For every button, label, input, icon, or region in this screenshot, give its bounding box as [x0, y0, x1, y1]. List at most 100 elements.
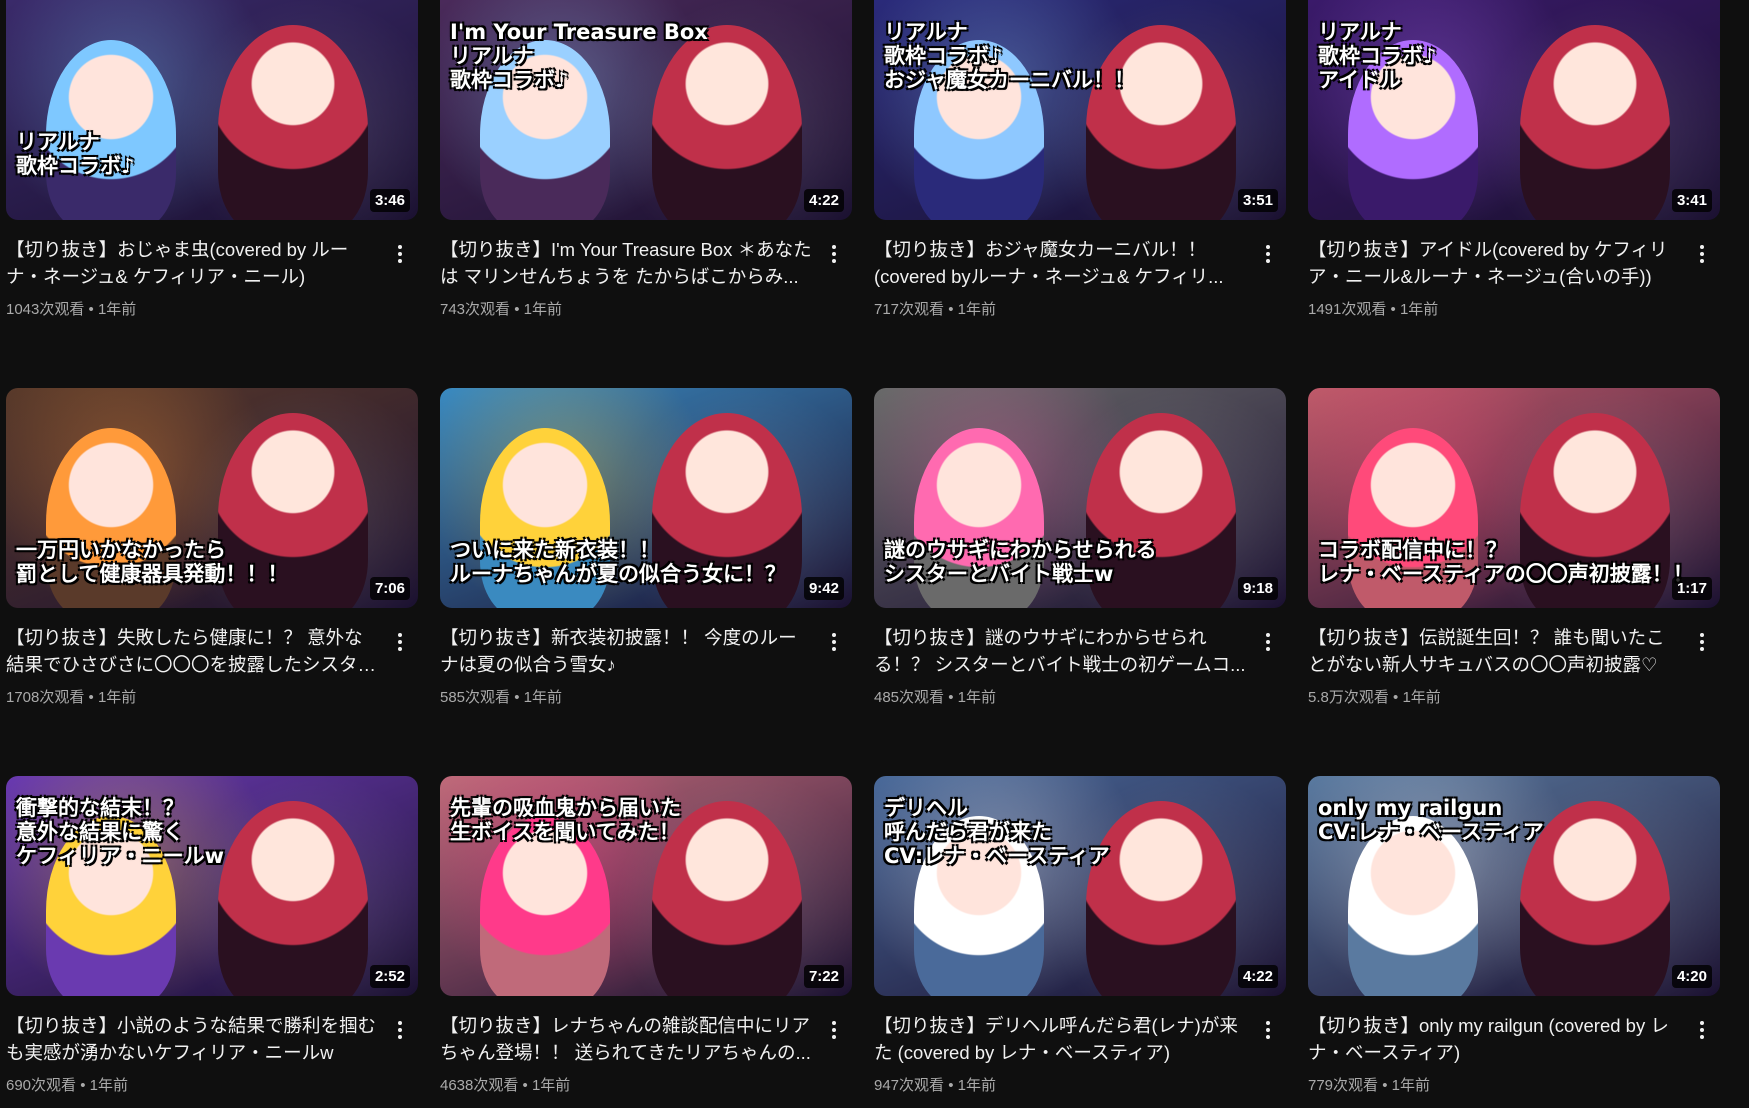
video-stats: 1043次观看 • 1年前	[6, 301, 137, 318]
video-thumbnail[interactable]: デリヘル 呼んだら君が来た CV:レナ・ベースティア 4:22	[874, 776, 1286, 996]
thumbnail-caption: コラボ配信中に！？ レナ・ベースティアの〇〇声初披露！！	[1318, 538, 1694, 587]
video-title[interactable]: 【切り抜き】I'm Your Treasure Box ＊あなたは マリンせんち…	[440, 236, 812, 290]
video-thumbnail[interactable]: コラボ配信中に！？ レナ・ベースティアの〇〇声初披露！！ 1:17	[1308, 388, 1720, 608]
video-title[interactable]: 【切り抜き】デリヘル呼んだら君(レナ)が来た (covered by レナ・ベー…	[874, 1012, 1246, 1066]
video-thumbnail[interactable]: リアルナ 歌枠コラボ♪ おジャ魔女カーニバル！！ 3:51	[874, 0, 1286, 220]
video-title[interactable]: 【切り抜き】おじゃま虫(covered by ルーナ・ネージュ& ケフィリア・ニ…	[6, 236, 378, 290]
video-meta: 【切り抜き】おじゃま虫(covered by ルーナ・ネージュ& ケフィリア・ニ…	[6, 220, 418, 319]
video-title[interactable]: 【切り抜き】謎のウサギにわからせられる！？ シスターとバイト戦士の初ゲームコ..…	[874, 624, 1246, 678]
duration-badge: 7:06	[369, 577, 410, 600]
video-title[interactable]: 【切り抜き】伝説誕生回！？ 誰も聞いたことがない新人サキュバスの〇〇声初披露♡	[1308, 624, 1680, 678]
video-thumbnail[interactable]: I'm Your Treasure Box リアルナ 歌枠コラボ♪ 4:22	[440, 0, 852, 220]
video-stats: 1708次观看 • 1年前	[6, 689, 137, 706]
video-card[interactable]: デリヘル 呼んだら君が来た CV:レナ・ベースティア 4:22 【切り抜き】デリ…	[874, 776, 1286, 1108]
more-actions-icon[interactable]	[1690, 630, 1714, 654]
more-actions-icon[interactable]	[822, 630, 846, 654]
more-actions-icon[interactable]	[388, 1018, 412, 1042]
thumbnail-caption: 先輩の吸血鬼から届いた 生ボイスを聞いてみた！	[450, 796, 681, 845]
video-thumbnail[interactable]: 一万円いかなかったら 罰として健康器具発動！！！ 7:06	[6, 388, 418, 608]
thumbnail-caption: デリヘル 呼んだら君が来た CV:レナ・ベースティア	[884, 796, 1110, 869]
duration-badge: 3:51	[1237, 189, 1278, 212]
duration-badge: 9:18	[1237, 577, 1278, 600]
video-meta: 【切り抜き】伝説誕生回！？ 誰も聞いたことがない新人サキュバスの〇〇声初披露♡ …	[1308, 608, 1720, 707]
video-card[interactable]: リアルナ 歌枠コラボ♪ アイドル 3:41 【切り抜き】アイドル(covered…	[1308, 0, 1720, 388]
more-actions-icon[interactable]	[388, 630, 412, 654]
duration-badge: 7:22	[803, 965, 844, 988]
video-card[interactable]: 衝撃的な結末！？ 意外な結果に驚く ケフィリア・ニールw 2:52 【切り抜き】…	[6, 776, 418, 1108]
video-stats: 485次观看 • 1年前	[874, 689, 996, 706]
thumbnail-caption: リアルナ 歌枠コラボ♪ アイドル	[1318, 20, 1437, 93]
video-meta: 【切り抜き】小説のような結果で勝利を掴むも実感が湧かないケフィリア・ニールw 6…	[6, 996, 418, 1095]
video-meta: 【切り抜き】失敗したら健康に！？ 意外な結果でひさびさに〇〇〇を披露したシスター…	[6, 608, 418, 707]
thumbnail-caption: 謎のウサギにわからせられる シスターとバイト戦士w	[884, 538, 1157, 587]
more-actions-icon[interactable]	[1690, 1018, 1714, 1042]
video-card[interactable]: コラボ配信中に！？ レナ・ベースティアの〇〇声初披露！！ 1:17 【切り抜き】…	[1308, 388, 1720, 776]
thumbnail-caption: only my railgun CV:レナ・ベースティア	[1318, 796, 1544, 845]
video-stats: 717次观看 • 1年前	[874, 301, 996, 318]
video-thumbnail[interactable]: リアルナ 歌枠コラボ♪ アイドル 3:41	[1308, 0, 1720, 220]
video-stats: 779次观看 • 1年前	[1308, 1077, 1430, 1094]
video-card[interactable]: only my railgun CV:レナ・ベースティア 4:20 【切り抜き】…	[1308, 776, 1720, 1108]
video-stats: 690次观看 • 1年前	[6, 1077, 128, 1094]
duration-badge: 1:17	[1671, 577, 1712, 600]
thumbnail-caption: ついに来た新衣装！！ ルーナちゃんが夏の似合う女に！？	[450, 538, 786, 587]
video-meta: 【切り抜き】新衣装初披露！！ 今度のルーナは夏の似合う雪女♪ 585次观看 • …	[440, 608, 852, 707]
video-meta: 【切り抜き】アイドル(covered by ケフィリア・ニール&ルーナ・ネージュ…	[1308, 220, 1720, 319]
video-thumbnail[interactable]: 謎のウサギにわからせられる シスターとバイト戦士w 9:18	[874, 388, 1286, 608]
more-actions-icon[interactable]	[1256, 1018, 1280, 1042]
character-illustration	[218, 801, 368, 996]
thumbnail-caption: I'm Your Treasure Box リアルナ 歌枠コラボ♪	[450, 20, 708, 93]
video-card[interactable]: ついに来た新衣装！！ ルーナちゃんが夏の似合う女に！？ 9:42 【切り抜き】新…	[440, 388, 852, 776]
video-thumbnail[interactable]: リアルナ 歌枠コラボ♪ 3:46	[6, 0, 418, 220]
more-actions-icon[interactable]	[1690, 242, 1714, 266]
video-stats: 1491次观看 • 1年前	[1308, 301, 1439, 318]
video-meta: 【切り抜き】おジャ魔女カーニバル！！(covered byルーナ・ネージュ& ケ…	[874, 220, 1286, 319]
more-actions-icon[interactable]	[822, 1018, 846, 1042]
thumbnail-caption: リアルナ 歌枠コラボ♪ おジャ魔女カーニバル！！	[884, 20, 1135, 93]
video-title[interactable]: 【切り抜き】レナちゃんの雑談配信中にリアちゃん登場！！ 送られてきたリアちゃんの…	[440, 1012, 812, 1066]
duration-badge: 4:22	[1237, 965, 1278, 988]
video-title[interactable]: 【切り抜き】小説のような結果で勝利を掴むも実感が湧かないケフィリア・ニールw	[6, 1012, 378, 1066]
video-stats: 585次观看 • 1年前	[440, 689, 562, 706]
thumbnail-caption: 衝撃的な結末！？ 意外な結果に驚く ケフィリア・ニールw	[16, 796, 224, 869]
more-actions-icon[interactable]	[1256, 242, 1280, 266]
video-card[interactable]: リアルナ 歌枠コラボ♪ おジャ魔女カーニバル！！ 3:51 【切り抜き】おジャ魔…	[874, 0, 1286, 388]
video-grid: リアルナ 歌枠コラボ♪ 3:46 【切り抜き】おじゃま虫(covered by …	[6, 0, 1720, 1108]
video-card[interactable]: リアルナ 歌枠コラボ♪ 3:46 【切り抜き】おじゃま虫(covered by …	[6, 0, 418, 388]
video-stats: 947次观看 • 1年前	[874, 1077, 996, 1094]
video-meta: 【切り抜き】only my railgun (covered by レナ・ベース…	[1308, 996, 1720, 1095]
duration-badge: 3:41	[1671, 189, 1712, 212]
character-illustration	[218, 25, 368, 220]
video-meta: 【切り抜き】謎のウサギにわからせられる！？ シスターとバイト戦士の初ゲームコ..…	[874, 608, 1286, 707]
video-stats: 5.8万次观看 • 1年前	[1308, 689, 1441, 706]
video-card[interactable]: 先輩の吸血鬼から届いた 生ボイスを聞いてみた！ 7:22 【切り抜き】レナちゃん…	[440, 776, 852, 1108]
video-title[interactable]: 【切り抜き】おジャ魔女カーニバル！！(covered byルーナ・ネージュ& ケ…	[874, 236, 1246, 290]
duration-badge: 2:52	[369, 965, 410, 988]
more-actions-icon[interactable]	[388, 242, 412, 266]
video-card[interactable]: 謎のウサギにわからせられる シスターとバイト戦士w 9:18 【切り抜き】謎のウ…	[874, 388, 1286, 776]
video-title[interactable]: 【切り抜き】新衣装初披露！！ 今度のルーナは夏の似合う雪女♪	[440, 624, 812, 678]
video-thumbnail[interactable]: ついに来た新衣装！！ ルーナちゃんが夏の似合う女に！？ 9:42	[440, 388, 852, 608]
more-actions-icon[interactable]	[822, 242, 846, 266]
video-stats: 4638次观看 • 1年前	[440, 1077, 571, 1094]
video-card[interactable]: I'm Your Treasure Box リアルナ 歌枠コラボ♪ 4:22 【…	[440, 0, 852, 388]
duration-badge: 3:46	[369, 189, 410, 212]
more-actions-icon[interactable]	[1256, 630, 1280, 654]
duration-badge: 4:22	[803, 189, 844, 212]
character-illustration	[1520, 25, 1670, 220]
video-thumbnail[interactable]: 衝撃的な結末！？ 意外な結果に驚く ケフィリア・ニールw 2:52	[6, 776, 418, 996]
duration-badge: 9:42	[803, 577, 844, 600]
video-thumbnail[interactable]: 先輩の吸血鬼から届いた 生ボイスを聞いてみた！ 7:22	[440, 776, 852, 996]
video-stats: 743次观看 • 1年前	[440, 301, 562, 318]
thumbnail-caption: 一万円いかなかったら 罰として健康器具発動！！！	[16, 538, 289, 587]
video-title[interactable]: 【切り抜き】アイドル(covered by ケフィリア・ニール&ルーナ・ネージュ…	[1308, 236, 1680, 290]
video-meta: 【切り抜き】デリヘル呼んだら君(レナ)が来た (covered by レナ・ベー…	[874, 996, 1286, 1095]
video-title[interactable]: 【切り抜き】失敗したら健康に！？ 意外な結果でひさびさに〇〇〇を披露したシスター…	[6, 624, 378, 678]
video-meta: 【切り抜き】レナちゃんの雑談配信中にリアちゃん登場！！ 送られてきたリアちゃんの…	[440, 996, 852, 1095]
video-meta: 【切り抜き】I'm Your Treasure Box ＊あなたは マリンせんち…	[440, 220, 852, 319]
thumbnail-caption: リアルナ 歌枠コラボ♪	[16, 130, 135, 179]
video-title[interactable]: 【切り抜き】only my railgun (covered by レナ・ベース…	[1308, 1012, 1680, 1066]
duration-badge: 4:20	[1671, 965, 1712, 988]
video-card[interactable]: 一万円いかなかったら 罰として健康器具発動！！！ 7:06 【切り抜き】失敗した…	[6, 388, 418, 776]
video-thumbnail[interactable]: only my railgun CV:レナ・ベースティア 4:20	[1308, 776, 1720, 996]
